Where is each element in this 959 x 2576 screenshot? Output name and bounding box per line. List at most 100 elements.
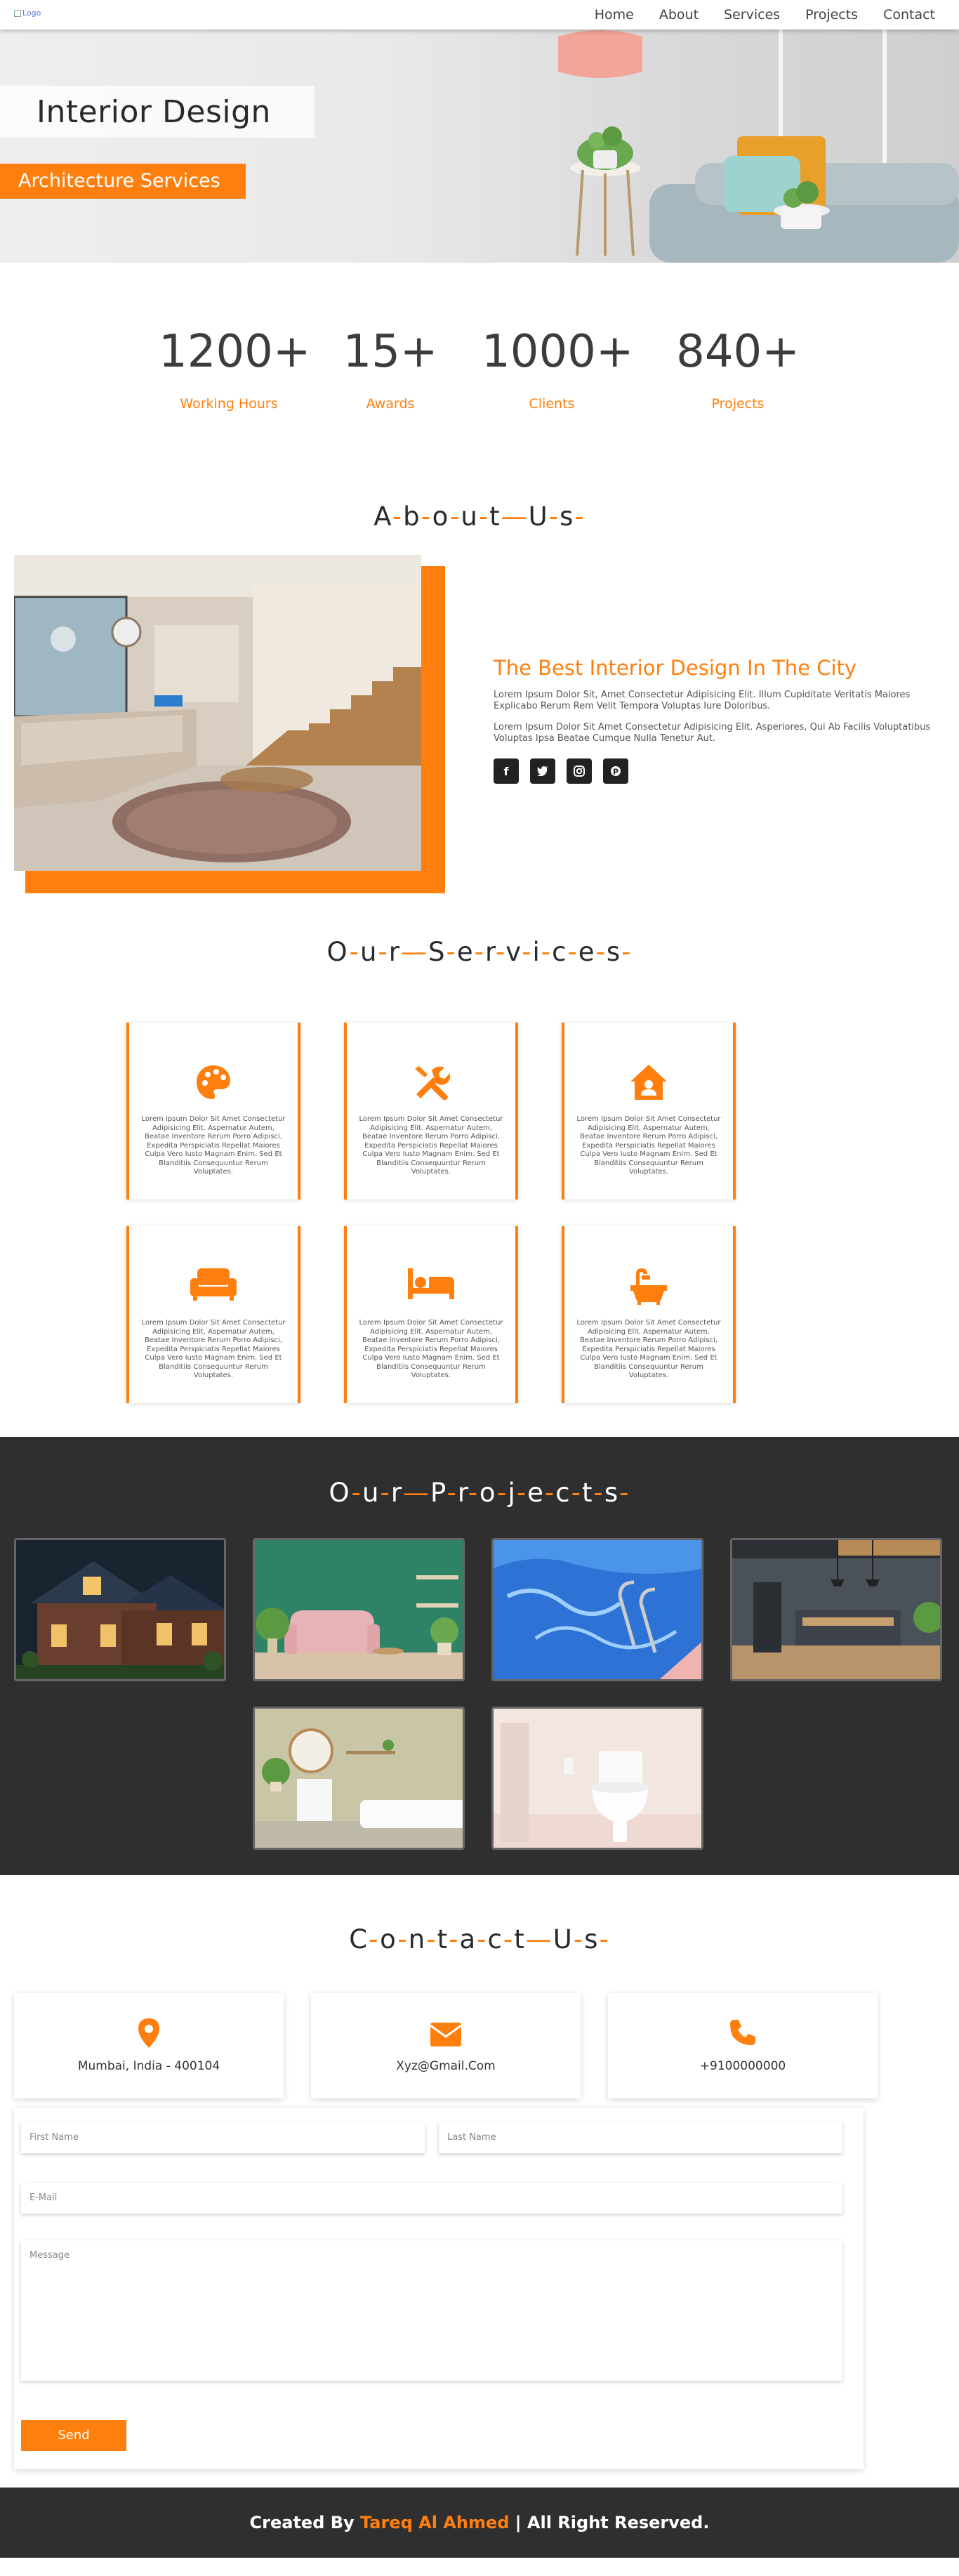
heading-letter: t: [581, 1478, 594, 1508]
heading-dash: -: [380, 1478, 391, 1508]
heading-letter: A: [373, 501, 392, 532]
heading-letter: t: [514, 1924, 526, 1954]
envelope-icon: [311, 2018, 581, 2049]
about-heading: A-b-o-u-t—U-s-: [0, 501, 959, 532]
location-pin-icon: [14, 2018, 284, 2049]
heading-letter: s: [604, 1478, 620, 1508]
heading-dash: -: [516, 1478, 528, 1508]
heading-dash: -: [468, 1478, 479, 1508]
heading-letter: o: [380, 1924, 398, 1954]
heading-letter: c: [552, 937, 568, 967]
hero-background-illustration: [558, 29, 959, 263]
heading-dash: —: [525, 1924, 553, 1954]
about-paragraph: Lorem Ipsum Dolor Sit, Amet Consectetur …: [494, 690, 911, 711]
heading-dash: -: [621, 937, 633, 967]
nav-link-projects[interactable]: Projects: [805, 7, 858, 22]
service-description: Lorem Ipsum Dolor Sit Amet Consectetur A…: [141, 1115, 286, 1176]
heading-dash: -: [567, 937, 578, 967]
service-card: Lorem Ipsum Dolor Sit Amet Consectetur A…: [344, 1023, 518, 1200]
contact-form: First Name Last Name E-Mail Message Send: [14, 2108, 864, 2469]
heading-letter: v: [505, 937, 522, 967]
heading-dash: -: [351, 1478, 363, 1508]
heading-dash: -: [446, 937, 457, 967]
stat-awards: 15+ Awards: [334, 326, 447, 412]
heading-letter: b: [403, 501, 421, 532]
heading-letter: s: [606, 937, 622, 967]
services-section: O-u-r—S-e-r-v-i-c-e-s- Lorem Ipsum Dolor…: [0, 898, 959, 1437]
stats-section: 1200+ Working Hours 15+ Awards 1000+ Cli…: [0, 263, 959, 473]
facebook-icon[interactable]: f: [494, 758, 519, 784]
project-image-pool[interactable]: [491, 1538, 703, 1681]
heading-dash: -: [599, 1924, 610, 1954]
heading-letter: u: [359, 937, 378, 967]
stat-projects: 840+ Projects: [668, 326, 808, 412]
project-image-toilet[interactable]: [491, 1707, 703, 1850]
phone-icon: [608, 2018, 878, 2049]
contact-section: C-o-n-t-a-c-t—U-s- Mumbai, India - 40010…: [0, 1875, 959, 2488]
about-info: The Best Interior Design In The City Lor…: [494, 656, 943, 784]
contact-heading: C-o-n-t-a-c-t—U-s-: [0, 1924, 959, 1954]
hero-subtitle: Architecture Services: [0, 164, 246, 199]
about-title: The Best Interior Design In The City: [494, 656, 857, 680]
about-interior-photo: [14, 555, 421, 871]
heading-letter: a: [459, 1924, 477, 1954]
heading-dash: -: [571, 1478, 582, 1508]
service-description: Lorem Ipsum Dolor Sit Amet Consectetur A…: [576, 1115, 721, 1176]
heading-letter: r: [457, 1478, 468, 1508]
heading-dash: -: [495, 937, 506, 967]
heading-letter: S: [428, 937, 447, 967]
heading-dash: -: [449, 1924, 460, 1954]
projects-section: O-u-r—P-r-o-j-e-c-t-s-: [0, 1437, 959, 1875]
heading-letter: u: [461, 501, 479, 532]
heading-letter: U: [553, 1924, 574, 1954]
service-card: Lorem Ipsum Dolor Sit Amet Consectetur A…: [344, 1226, 518, 1403]
heading-dash: -: [595, 937, 607, 967]
logo[interactable]: Logo: [14, 8, 41, 18]
heading-dash: -: [477, 1924, 488, 1954]
nav-links: Home About Services Projects Contact: [569, 7, 935, 22]
heading-dash: -: [574, 501, 586, 532]
bed-icon: [347, 1267, 515, 1306]
project-image-house[interactable]: [14, 1538, 226, 1681]
heading-letter: c: [487, 1924, 503, 1954]
projects-heading: O-u-r—P-r-o-j-e-c-t-s-: [0, 1478, 959, 1508]
heading-letter: o: [432, 501, 450, 532]
instagram-icon[interactable]: [567, 758, 592, 784]
project-image-living-room[interactable]: [253, 1538, 465, 1681]
heading-dash: -: [522, 937, 533, 967]
service-card: Lorem Ipsum Dolor Sit Amet Consectetur A…: [562, 1226, 736, 1403]
email-field[interactable]: E-Mail: [21, 2183, 842, 2214]
nav-link-services[interactable]: Services: [724, 7, 780, 22]
heading-dash: -: [378, 937, 389, 967]
footer-author[interactable]: Tareq Al Ahmed: [360, 2513, 509, 2532]
message-field[interactable]: Message: [21, 2240, 842, 2381]
send-button[interactable]: Send: [21, 2420, 126, 2451]
social-links: f P: [494, 758, 943, 784]
twitter-icon[interactable]: [530, 758, 555, 784]
service-description: Lorem Ipsum Dolor Sit Amet Consectetur A…: [359, 1319, 503, 1379]
top-navbar: Logo Home About Services Projects Contac…: [0, 0, 959, 29]
heading-dash: -: [497, 1478, 508, 1508]
nav-link-about[interactable]: About: [659, 7, 699, 22]
house-user-icon: [564, 1063, 733, 1103]
heading-dash: -: [593, 1478, 604, 1508]
heading-dash: -: [619, 1478, 630, 1508]
stat-label: Working Hours: [180, 396, 278, 412]
heading-letter: j: [508, 1478, 517, 1508]
heading-dash: -: [421, 501, 432, 532]
svg-text:P: P: [613, 768, 619, 777]
heading-dash: -: [449, 501, 461, 532]
pinterest-icon[interactable]: P: [603, 758, 628, 784]
heading-letter: s: [584, 1924, 600, 1954]
service-description: Lorem Ipsum Dolor Sit Amet Consectetur A…: [141, 1319, 286, 1379]
heading-letter: n: [408, 1924, 427, 1954]
stat-working-hours: 1200+ Working Hours: [159, 326, 311, 412]
heading-letter: r: [390, 1478, 404, 1508]
first-name-field[interactable]: First Name: [21, 2122, 425, 2153]
heading-dash: -: [541, 937, 553, 967]
nav-link-contact[interactable]: Contact: [883, 7, 935, 22]
last-name-field[interactable]: Last Name: [439, 2122, 842, 2153]
nav-link-home[interactable]: Home: [595, 7, 634, 22]
project-image-bathroom-shelf[interactable]: [253, 1707, 465, 1850]
project-image-kitchen[interactable]: [730, 1538, 942, 1681]
